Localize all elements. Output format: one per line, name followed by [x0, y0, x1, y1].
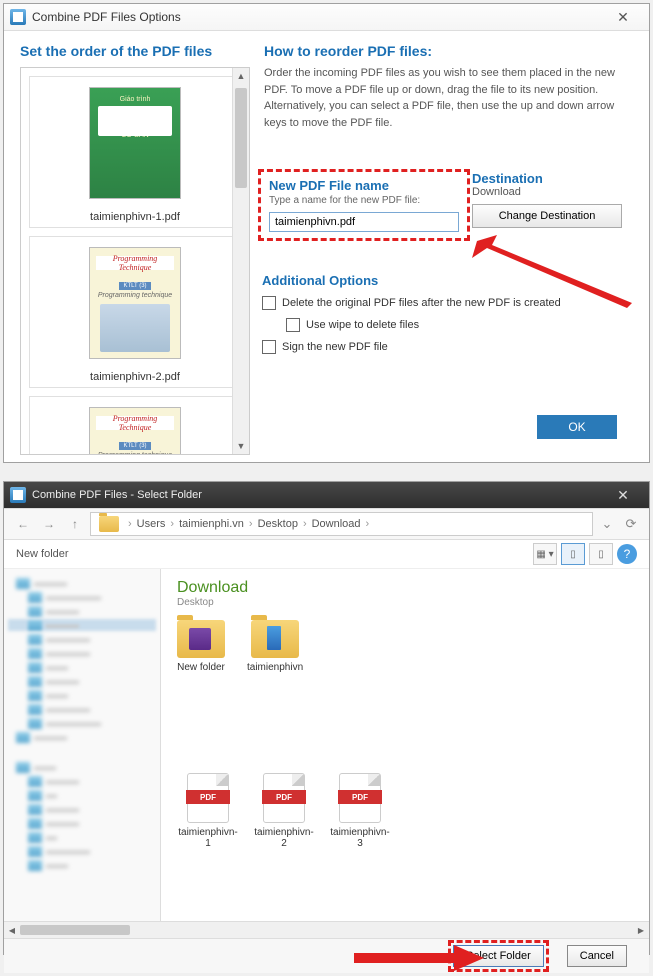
select-folder-dialog: Combine PDF Files - Select Folder ✕ ← → …: [3, 481, 650, 955]
ok-button[interactable]: OK: [537, 415, 617, 439]
checkbox-icon: [262, 296, 276, 310]
details-pane-icon[interactable]: ▯: [589, 543, 613, 565]
pdf-list: Giáo trình JAVA CƠ BẢN taimienphivn-1.pd…: [20, 67, 250, 455]
pdf-filename: taimienphivn-1.pdf: [36, 207, 234, 223]
titlebar[interactable]: Combine PDF Files - Select Folder ✕: [4, 482, 649, 509]
refresh-icon[interactable]: ⟳: [621, 514, 641, 534]
newname-help: Type a name for the new PDF file:: [269, 195, 459, 206]
pdf-file-icon: PDF: [263, 773, 305, 823]
new-folder-button[interactable]: New folder: [16, 548, 69, 560]
sign-pdf-checkbox[interactable]: Sign the new PDF file: [262, 340, 561, 354]
help-icon[interactable]: ?: [617, 544, 637, 564]
scrollbar[interactable]: ▲ ▼: [232, 68, 249, 454]
forward-icon[interactable]: →: [38, 513, 60, 535]
addopts-heading: Additional Options: [262, 273, 561, 288]
file-item[interactable]: PDF taimienphivn-1: [177, 773, 239, 849]
view-grid-icon[interactable]: ▦ ▾: [533, 543, 557, 565]
combine-options-dialog: Combine PDF Files Options ✕ Set the orde…: [3, 3, 650, 463]
content-pane: Download Desktop New folder taimienphivn…: [161, 569, 649, 921]
filename-input[interactable]: [269, 212, 459, 232]
pdf-file-icon: PDF: [187, 773, 229, 823]
location-heading: Download: [177, 579, 633, 597]
checkbox-icon: [286, 318, 300, 332]
app-icon: [10, 487, 26, 503]
pdf-thumbnail: Programming Technique KTLT (3) Programmi…: [89, 407, 181, 455]
scroll-left-icon[interactable]: ◀: [4, 923, 20, 937]
checkbox-icon: [262, 340, 276, 354]
use-wipe-checkbox[interactable]: Use wipe to delete files: [286, 318, 561, 332]
preview-pane-icon[interactable]: ▯: [561, 543, 585, 565]
pdf-item[interactable]: Programming Technique KTLT (3) Programmi…: [29, 236, 241, 388]
pdf-item[interactable]: Programming Technique KTLT (3) Programmi…: [29, 396, 241, 455]
address-toolbar: ← → ↑ › Users › taimienphi.vn › Desktop …: [4, 509, 649, 540]
pdf-thumbnail: Giáo trình JAVA CƠ BẢN: [89, 87, 181, 199]
up-icon[interactable]: ↑: [64, 513, 86, 535]
order-heading: Set the order of the PDF files: [20, 43, 250, 59]
pdf-filename: taimienphivn-2.pdf: [36, 367, 234, 383]
close-icon[interactable]: ✕: [603, 485, 643, 505]
change-destination-button[interactable]: Change Destination: [472, 204, 622, 228]
scroll-right-icon[interactable]: ▶: [633, 923, 649, 937]
close-icon[interactable]: ✕: [603, 7, 643, 27]
folder-item[interactable]: New folder: [177, 620, 225, 673]
scroll-thumb[interactable]: [20, 925, 130, 935]
howto-text: Order the incoming PDF files as you wish…: [264, 65, 633, 131]
scroll-up-icon[interactable]: ▲: [233, 68, 249, 84]
filename-highlight: New PDF File name Type a name for the ne…: [258, 169, 470, 241]
folder-item[interactable]: taimienphivn: [247, 620, 303, 673]
app-icon: [10, 9, 26, 25]
file-item[interactable]: PDF taimienphivn-2: [253, 773, 315, 849]
horizontal-scrollbar[interactable]: ◀ ▶: [4, 921, 649, 938]
scroll-down-icon[interactable]: ▼: [233, 438, 249, 454]
destination-value: Download: [472, 186, 622, 198]
cancel-button[interactable]: Cancel: [567, 945, 627, 967]
pdf-file-icon: PDF: [339, 773, 381, 823]
destination-heading: Destination: [472, 171, 622, 186]
folder-icon: [177, 620, 225, 658]
location-subtext: Desktop: [177, 597, 633, 608]
pdf-item[interactable]: Giáo trình JAVA CƠ BẢN taimienphivn-1.pd…: [29, 76, 241, 228]
dialog-footer: Select Folder Cancel: [4, 938, 649, 973]
titlebar[interactable]: Combine PDF Files Options ✕: [4, 4, 649, 31]
file-item[interactable]: PDF taimienphivn-3: [329, 773, 391, 849]
folder-tree[interactable]: ▬▬▬ ▬▬▬▬▬ ▬▬▬ ▬▬▬ ▬▬▬▬ ▬▬▬▬ ▬▬ ▬▬▬ ▬▬ ▬▬…: [4, 569, 161, 921]
dialog-title: Combine PDF Files - Select Folder: [32, 489, 603, 501]
folder-icon: [251, 620, 299, 658]
dropdown-icon[interactable]: ⌄: [597, 514, 617, 534]
newname-heading: New PDF File name: [269, 178, 459, 193]
back-icon[interactable]: ←: [12, 513, 34, 535]
breadcrumb[interactable]: › Users › taimienphi.vn › Desktop › Down…: [90, 512, 593, 536]
delete-originals-checkbox[interactable]: Delete the original PDF files after the …: [262, 296, 561, 310]
howto-heading: How to reorder PDF files:: [264, 43, 633, 59]
folder-icon: [99, 516, 119, 532]
annotation-arrow-icon: [354, 943, 484, 973]
scroll-thumb[interactable]: [235, 88, 247, 188]
command-toolbar: New folder ▦ ▾ ▯ ▯ ?: [4, 540, 649, 569]
pdf-thumbnail: Programming Technique KTLT (3) Programmi…: [89, 247, 181, 359]
dialog-title: Combine PDF Files Options: [32, 10, 603, 24]
